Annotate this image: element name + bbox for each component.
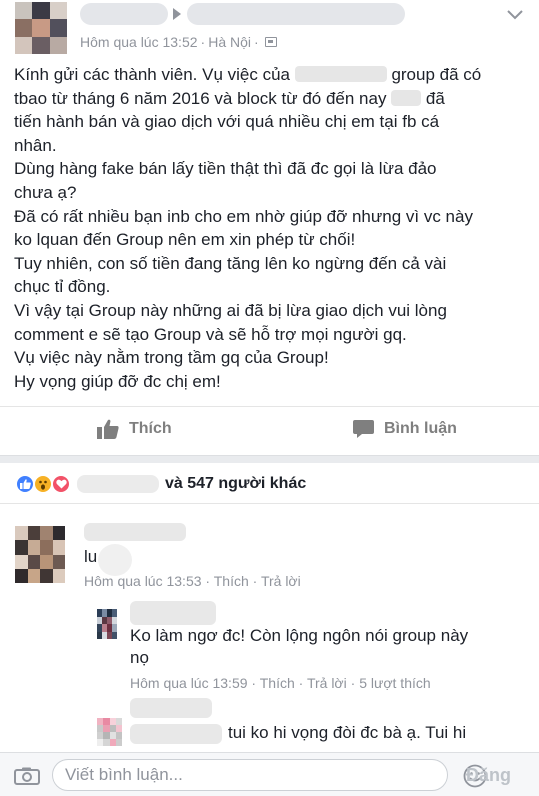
comment-icon — [353, 420, 374, 438]
post-action-bar: Thích Bình luận — [0, 406, 539, 454]
reply-text-line: tui ko hi vọng đòi đc bà ạ. Tui hi — [228, 723, 467, 742]
post-comment-button[interactable]: Đăng — [466, 765, 511, 786]
reactions-count-text[interactable]: và 547 người khác — [165, 475, 306, 493]
like-label: Thích — [129, 420, 172, 437]
comment-composer: Đăng — [0, 752, 539, 796]
post-body: Kính gửi các thành viên. Vụ việc của gro… — [14, 63, 529, 393]
commenter-name-redacted[interactable] — [84, 523, 186, 541]
comment-text: lu — [84, 547, 98, 566]
post-line: nhân. — [14, 135, 57, 155]
post-timestamp[interactable]: Hôm qua lúc 13:52 — [80, 34, 198, 50]
reply-avatar[interactable] — [97, 609, 117, 639]
comments-divider — [0, 503, 539, 504]
redacted-text — [130, 724, 222, 744]
post-line: tiến hành bán và giao dịch với quá nhiều… — [14, 112, 440, 132]
comment-meta: Hôm qua lúc 13:53 · Thích · Trả lời — [84, 573, 301, 589]
comment-input-wrapper — [52, 759, 487, 791]
comment-like-link[interactable]: Thích — [214, 573, 249, 589]
group-name-redacted[interactable] — [187, 3, 405, 25]
section-divider — [0, 455, 539, 463]
post-line: tbao từ tháng 6 năm 2016 và block từ đó … — [14, 88, 445, 108]
post-line: Vì vậy tại Group này những ai đã bị lừa … — [14, 300, 447, 320]
reply-avatar[interactable] — [97, 718, 122, 746]
meta-separator: · — [200, 34, 206, 50]
post-line: comment e sẽ tạo Group và sẽ hỗ trợ mọi … — [14, 324, 407, 344]
like-icon — [97, 419, 119, 439]
wow-reaction-icon — [33, 474, 53, 494]
shared-to-arrow-icon — [173, 8, 181, 20]
post-line: Đã có rất nhiều bạn inb cho em nhờ giúp … — [14, 206, 473, 226]
comment-label: Bình luận — [384, 420, 457, 437]
camera-icon[interactable] — [14, 767, 40, 785]
redacted-text — [294, 66, 387, 82]
comment-time[interactable]: Hôm qua lúc 13:53 — [84, 573, 202, 589]
reactor-names-redacted[interactable] — [77, 475, 159, 493]
love-reaction-icon — [51, 474, 71, 494]
like-reaction-icon — [15, 474, 35, 494]
comment-button[interactable]: Bình luận — [353, 419, 457, 439]
redacted-text — [391, 89, 422, 106]
redacted-blob — [98, 544, 132, 576]
post-line: Tuy nhiên, con số tiền đang tăng lên ko … — [14, 253, 447, 273]
post-line: chưa ạ? — [14, 182, 77, 202]
reply-author-name-redacted[interactable] — [130, 601, 216, 625]
reactions-summary[interactable]: và 547 người khác — [15, 472, 306, 496]
meta-separator: · — [254, 34, 259, 50]
post-line: Dùng hàng fake bán lấy tiền thật thì đã … — [14, 159, 437, 179]
reply-like-link[interactable]: Thích — [260, 675, 295, 691]
post-line: Vụ việc này nằm trong tầm gq của Group! — [14, 348, 329, 368]
reply-reply-link[interactable]: Trả lời — [307, 675, 347, 691]
post-line: ko lquan đến Group nên em xin phép từ ch… — [14, 230, 356, 250]
post-header: Hôm qua lúc 13:52 · Hà Nội · — [0, 0, 539, 62]
post-line: chục tỉ đồng. — [14, 277, 111, 297]
author-avatar[interactable] — [15, 2, 67, 54]
comment-input[interactable] — [53, 760, 393, 790]
post-location[interactable]: Hà Nội — [208, 34, 251, 50]
reply-likes-count[interactable]: 5 lượt thích — [359, 675, 430, 691]
audience-icon[interactable] — [264, 37, 277, 47]
reply-text-line: nọ — [130, 648, 149, 667]
reply-author-name-redacted[interactable] — [130, 698, 212, 718]
reply-time[interactable]: Hôm qua lúc 13:59 — [130, 675, 248, 691]
commenter-avatar[interactable] — [15, 526, 65, 583]
post-line: Kính gửi các thành viên. Vụ việc của gro… — [14, 65, 482, 84]
like-button[interactable]: Thích — [97, 419, 172, 439]
comment-reply-link[interactable]: Trả lời — [261, 573, 301, 589]
reply-meta: Hôm qua lúc 13:59 · Thích · Trả lời · 5 … — [130, 675, 431, 691]
post-meta: Hôm qua lúc 13:52 · Hà Nội · — [80, 34, 277, 50]
author-name-redacted[interactable] — [80, 3, 168, 25]
reply-text-line: Ko làm ngơ đc! Còn lộng ngôn nói group n… — [130, 626, 469, 645]
post-line: Hy vọng giúp đỡ đc chị em! — [14, 371, 221, 391]
chevron-down-icon[interactable] — [506, 8, 524, 22]
